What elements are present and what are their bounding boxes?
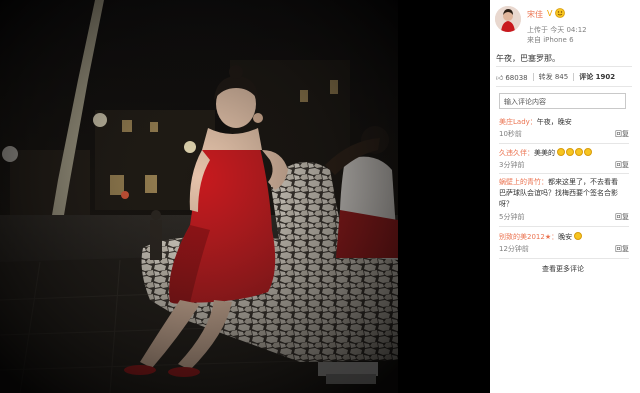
comment-text: 都来这里了，不去看看 bbox=[548, 178, 618, 186]
like-icon: 👍︎ bbox=[496, 73, 504, 82]
comment-text-line: 呀？ bbox=[499, 200, 513, 208]
comment-time: 3分钟前 bbox=[499, 161, 525, 169]
comment-meta-row: 12分钟前 回复 bbox=[499, 245, 629, 254]
post-text: 午夜，巴塞罗那。 bbox=[496, 54, 560, 63]
comment-user[interactable]: 别致的美2012 bbox=[499, 233, 545, 241]
post-photo[interactable] bbox=[0, 0, 398, 393]
author-name[interactable]: 宋佳 bbox=[527, 9, 543, 20]
comment-item: 美庄Lady：午夜，晚安 bbox=[499, 118, 629, 127]
reply-button[interactable]: 回复 bbox=[615, 245, 629, 254]
post-detail-panel: 宋佳 V 上传于 今天 04:12 来自 iPhone 6 午夜，巴塞罗那。 👍… bbox=[490, 0, 640, 393]
comment-time: 5分钟前 bbox=[499, 213, 525, 221]
comment-item: 久违久伴：美美的 bbox=[499, 148, 629, 158]
comment-text: 晚安 bbox=[558, 233, 573, 241]
more-comments-link[interactable]: 查看更多评论 bbox=[542, 264, 584, 274]
post-stats-bar: 👍︎ 68038 转发 845 评论 1902 bbox=[496, 70, 632, 84]
smiley-icon bbox=[557, 148, 566, 156]
divider bbox=[499, 173, 629, 174]
comment-user[interactable]: 久违久伴： bbox=[499, 149, 534, 157]
post-time: 上传于 今天 04:12 bbox=[527, 26, 587, 34]
comment-meta-row: 3分钟前 回复 bbox=[499, 161, 629, 170]
reply-button[interactable]: 回复 bbox=[615, 213, 629, 222]
post-source[interactable]: 来自 iPhone 6 bbox=[527, 35, 574, 45]
reply-button[interactable]: 回复 bbox=[615, 130, 629, 139]
verified-icon: V bbox=[547, 9, 553, 18]
photo-side-margin bbox=[398, 0, 490, 393]
smiley-icon bbox=[584, 148, 593, 156]
divider bbox=[496, 86, 632, 87]
like-count: 68038 bbox=[505, 73, 528, 82]
photo-illustration bbox=[0, 0, 398, 393]
comment-item: 蜗壁上的青竹：都来这里了，不去看看 bbox=[499, 178, 629, 187]
divider bbox=[499, 258, 629, 259]
crown-icon bbox=[555, 8, 565, 18]
like-button[interactable]: 👍︎ 68038 bbox=[496, 73, 528, 82]
comment-input[interactable]: 输入评论内容 bbox=[499, 93, 626, 109]
comment-user[interactable]: 美庄Lady： bbox=[499, 118, 537, 126]
comment-text: 美美的 bbox=[534, 149, 555, 157]
comment-time: 10秒前 bbox=[499, 130, 522, 138]
divider bbox=[499, 226, 629, 227]
comment-user[interactable]: 蜗壁上的青竹： bbox=[499, 178, 548, 186]
divider bbox=[499, 143, 629, 144]
comment-meta-row: 10秒前 回复 bbox=[499, 130, 629, 139]
smiley-icon bbox=[575, 148, 584, 156]
divider bbox=[532, 73, 534, 81]
divider bbox=[573, 73, 575, 81]
comment-text-line: 巴萨球队会谊吗？找梅西要个签名合影 bbox=[499, 189, 618, 197]
repost-button[interactable]: 转发 845 bbox=[539, 72, 569, 82]
comment-tab[interactable]: 评论 1902 bbox=[579, 72, 615, 82]
comment-item: 别致的美2012★：晚安 bbox=[499, 232, 629, 242]
comment-user-suffix: ★： bbox=[544, 233, 559, 241]
smiley-icon bbox=[574, 232, 583, 240]
comment-meta-row: 5分钟前 回复 bbox=[499, 213, 629, 222]
comment-text: 午夜，晚安 bbox=[536, 118, 572, 126]
author-avatar[interactable] bbox=[495, 6, 521, 32]
comment-time: 12分钟前 bbox=[499, 245, 529, 253]
avatar-image bbox=[495, 6, 521, 32]
smiley-icon bbox=[566, 148, 575, 156]
divider bbox=[496, 66, 632, 67]
reply-button[interactable]: 回复 bbox=[615, 161, 629, 170]
